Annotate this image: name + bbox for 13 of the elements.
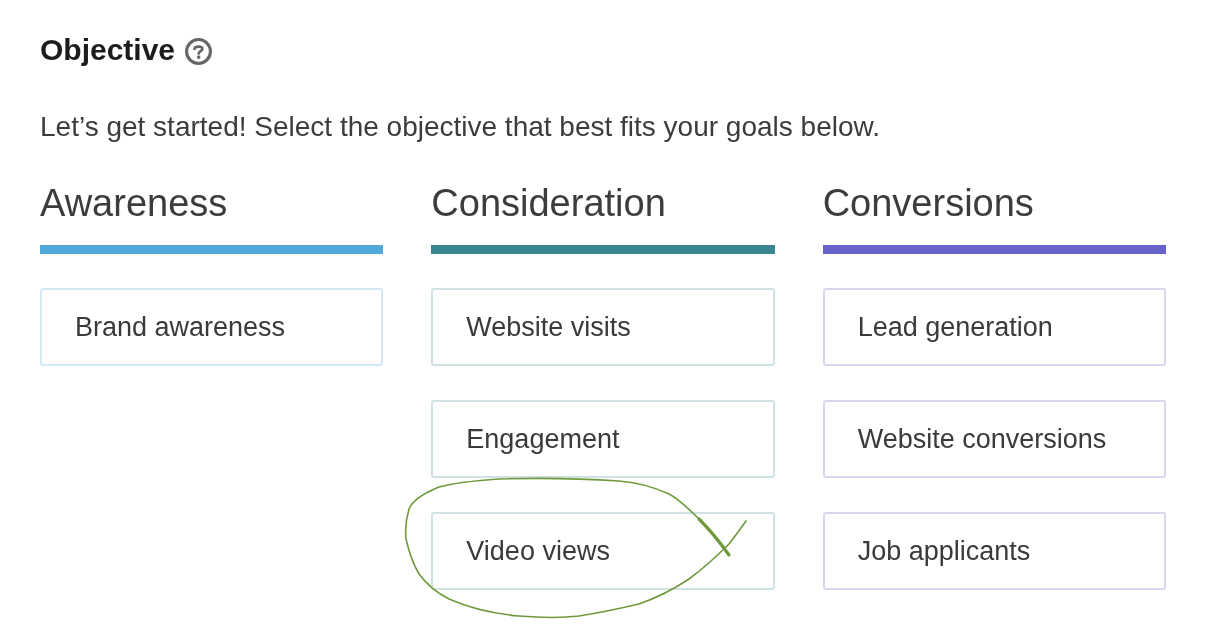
objective-option[interactable]: Brand awareness <box>40 288 384 366</box>
objective-option[interactable]: Website conversions <box>822 400 1166 478</box>
objective-option[interactable]: Website visits <box>431 288 775 366</box>
objective-option[interactable]: Job applicants <box>822 512 1166 590</box>
intro-text: Let’s get started! Select the objective that best fits your goals below. <box>40 110 881 144</box>
objective-option[interactable]: Video views <box>431 512 775 590</box>
category-title: Awareness <box>40 181 228 225</box>
category-title: Consideration <box>431 181 666 225</box>
objective-option[interactable]: Lead generation <box>822 288 1166 366</box>
objective-option[interactable]: Engagement <box>431 400 775 478</box>
help-icon[interactable] <box>185 38 213 65</box>
section-title: Objective <box>40 32 176 68</box>
category-title: Conversions <box>822 181 1034 225</box>
